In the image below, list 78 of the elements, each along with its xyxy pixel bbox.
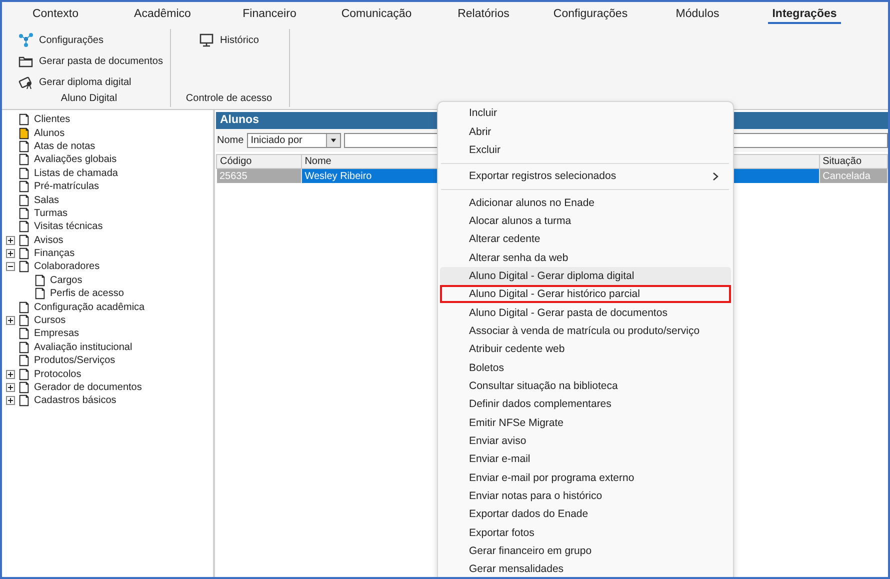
menu-item[interactable]: Definir dados complementares bbox=[440, 395, 731, 414]
tree-item[interactable]: Gerador de documentos bbox=[34, 382, 142, 393]
menu-item[interactable]: Gerar financeiro em grupo bbox=[440, 542, 731, 560]
tree-item[interactable]: Colaboradores bbox=[34, 261, 100, 272]
folder-icon bbox=[18, 54, 33, 68]
dropdown-arrow-icon bbox=[330, 137, 337, 144]
chevron-right-icon bbox=[712, 172, 719, 181]
tree-item[interactable]: Protocolos bbox=[34, 368, 82, 380]
tree-item[interactable]: Configuração acadêmica bbox=[34, 302, 145, 313]
tree-item[interactable]: Empresas bbox=[34, 328, 80, 340]
tree-item[interactable]: Clientes bbox=[34, 114, 70, 126]
menu-item[interactable]: Gerar mensalidades bbox=[440, 560, 731, 577]
expand-toggle[interactable] bbox=[6, 370, 15, 379]
menu-item[interactable]: Alterar cedente bbox=[440, 230, 731, 248]
tree-item[interactable]: Cursos bbox=[34, 315, 66, 326]
ribbon-button[interactable]: Histórico bbox=[197, 32, 261, 48]
ribbon-tab[interactable]: Acadêmico bbox=[130, 6, 195, 24]
ribbon-tab[interactable]: Integrações bbox=[768, 6, 841, 24]
ribbon-button[interactable]: Configurações bbox=[16, 32, 162, 48]
menu-item[interactable]: Associar à venda de matrícula ou produto/serviço bbox=[440, 322, 731, 340]
network-icon bbox=[18, 33, 33, 47]
menu-item[interactable]: Enviar e-mail bbox=[440, 450, 731, 469]
tree-item[interactable]: Perfis de acesso bbox=[50, 288, 124, 300]
group-label: Controle de acesso bbox=[184, 93, 274, 106]
monitor-icon bbox=[199, 33, 214, 47]
tree-item[interactable]: Produtos/Serviços bbox=[34, 355, 116, 366]
operator-dropdown[interactable]: Iniciado por bbox=[246, 133, 341, 148]
menu-item[interactable]: Aluno Digital - Gerar pasta de documentos bbox=[440, 303, 731, 322]
table-cell: 25635 bbox=[216, 168, 302, 183]
tree-item[interactable]: Visitas técnicas bbox=[34, 221, 103, 232]
collapse-toggle[interactable] bbox=[6, 262, 15, 272]
menu-item[interactable]: Enviar e-mail por programa externo bbox=[440, 468, 731, 487]
ribbon-tab[interactable]: Módulos bbox=[672, 6, 724, 24]
tree-item[interactable]: Finanças bbox=[34, 248, 75, 260]
tree-item[interactable]: Atas de notas bbox=[34, 140, 96, 152]
expand-toggle[interactable] bbox=[6, 249, 15, 258]
expand-toggle[interactable] bbox=[6, 316, 15, 326]
menu-item[interactable]: Excluir bbox=[440, 140, 731, 160]
ribbon-tab[interactable]: Financeiro bbox=[238, 6, 300, 24]
menu-item[interactable]: Exportar fotos bbox=[440, 524, 731, 542]
expand-toggle[interactable] bbox=[6, 396, 15, 406]
tree-item[interactable]: Avaliações globais bbox=[34, 154, 117, 166]
menu-item[interactable]: Alocar alunos a turma bbox=[440, 212, 731, 230]
column-header[interactable]: Código bbox=[216, 154, 302, 168]
ribbon-button[interactable]: Gerar pasta de documentos bbox=[16, 53, 162, 69]
expand-toggle[interactable] bbox=[6, 383, 15, 392]
tree-item[interactable]: Cargos bbox=[50, 274, 82, 286]
tree-item[interactable]: Avaliação institucional bbox=[34, 342, 132, 353]
tree-item[interactable]: Alunos bbox=[34, 128, 65, 139]
diploma-icon bbox=[18, 75, 33, 89]
menu-item[interactable]: Aluno Digital - Gerar diploma digital bbox=[440, 266, 731, 286]
menu-item[interactable]: Adicionar alunos no Enade bbox=[440, 193, 731, 212]
menu-item[interactable]: Exportar dados do Enade bbox=[440, 505, 731, 524]
menu-item[interactable]: Aluno Digital - Gerar histórico parcial bbox=[440, 285, 731, 304]
expand-toggle[interactable] bbox=[6, 236, 15, 245]
menu-item[interactable]: Emitir NFSe Migrate bbox=[440, 414, 731, 432]
filter-label: Nome bbox=[217, 135, 244, 146]
table-cell: Cancelada bbox=[819, 168, 888, 183]
ribbon-tab[interactable]: Comunicação bbox=[337, 6, 416, 24]
tree-item[interactable]: Pré-matrículas bbox=[34, 181, 100, 192]
menu-item[interactable]: Enviar aviso bbox=[440, 432, 731, 450]
menu-item[interactable]: Alterar senha da web bbox=[440, 248, 731, 267]
ribbon-tab[interactable]: Configurações bbox=[549, 6, 632, 24]
menu-item[interactable]: Atribuir cedente web bbox=[440, 340, 731, 358]
tree-item[interactable]: Listas de chamada bbox=[34, 168, 118, 179]
menu-item[interactable]: Enviar notas para o histórico bbox=[440, 486, 731, 506]
menu-item[interactable]: Exportar registros selecionados bbox=[440, 167, 731, 186]
menu-item[interactable]: Boletos bbox=[440, 358, 731, 377]
ribbon-tab[interactable]: Contexto bbox=[28, 6, 83, 24]
column-header[interactable]: Situação bbox=[819, 154, 888, 168]
tree-item[interactable]: Salas bbox=[34, 194, 60, 206]
tree-item[interactable]: Turmas bbox=[34, 208, 68, 219]
ribbon-button[interactable]: Gerar diploma digital bbox=[16, 74, 162, 90]
ribbon-tab[interactable]: Relatórios bbox=[454, 6, 514, 24]
menu-item[interactable]: Consultar situação na biblioteca bbox=[440, 376, 731, 396]
tree-item[interactable]: Cadastros básicos bbox=[34, 395, 116, 406]
group-label: Aluno Digital bbox=[60, 93, 118, 106]
tree-item[interactable]: Avisos bbox=[34, 234, 64, 246]
